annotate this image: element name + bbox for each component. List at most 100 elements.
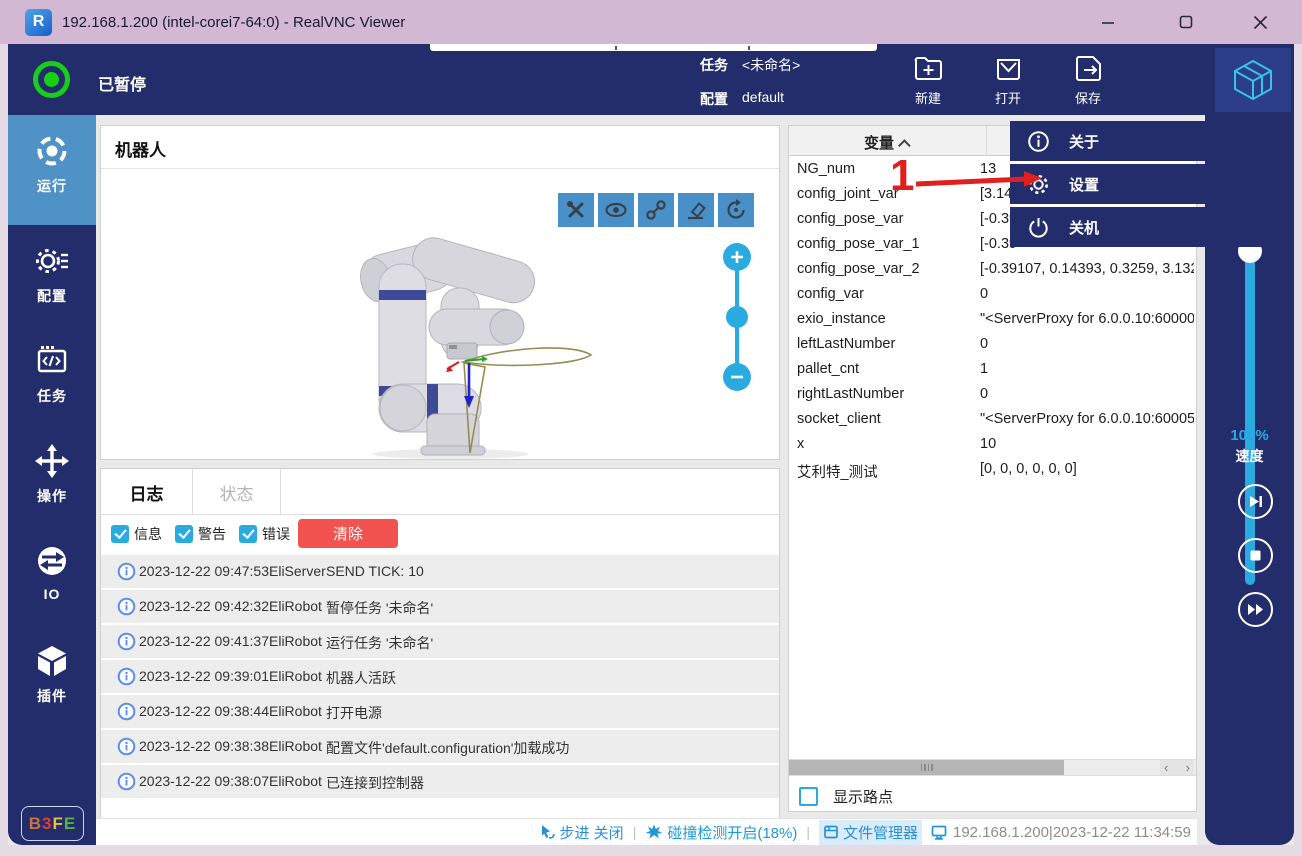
variable-row[interactable]: config_var0 [789,282,1196,307]
operate-arrows-icon [34,443,70,479]
step-run-button[interactable] [1238,484,1273,519]
scroll-right-arrow[interactable]: › [1186,760,1190,775]
sidebar-item-label: 配置 [8,286,96,306]
checkbox-checked-icon [175,525,193,543]
annotation-arrow: 1 [880,142,1050,204]
show-waypoints-checkbox[interactable]: 显示路点 [799,786,893,807]
sidebar-item-task[interactable]: 任务 [8,343,96,406]
stop-icon [1247,547,1264,564]
sidebar-item-plugin[interactable]: 插件 [8,643,96,706]
task-code-icon [34,343,70,379]
variable-name: 艾利特_测试 [797,461,878,482]
menu-item-shutdown[interactable]: 关机 [1010,207,1290,247]
variable-row[interactable]: rightLastNumber0 [789,382,1196,407]
variable-row[interactable]: x10 [789,432,1196,457]
titlebar[interactable]: R 192.168.1.200 (intel-corei7-64:0) - Re… [0,0,1302,44]
zoom-in-button[interactable] [723,243,751,271]
sidebar-item-operate[interactable]: 操作 [8,443,96,506]
network-icon [931,824,949,841]
log-source: EliRobot [269,633,322,649]
sidebar-item-io[interactable]: IO [8,543,96,602]
variable-name: config_pose_var [797,211,903,227]
scrollbar-thumb[interactable] [789,760,1064,775]
variable-name: exio_instance [797,311,886,327]
filter-warning-label: 警告 [198,524,226,544]
sidebar-item-run[interactable]: 运行 [8,115,96,225]
info-log-icon [117,597,136,616]
clear-log-button[interactable]: 清除 [298,519,398,548]
log-row: 2023-12-22 09:42:32 EliRobot 暂停任务 '未命名' [101,590,779,623]
remote-screen-edge [430,44,877,51]
zoom-in-icon [729,249,745,265]
save-task-label: 保存 [1055,88,1121,107]
scroll-left-arrow[interactable]: ‹ [1164,760,1168,775]
variable-row[interactable]: pallet_cnt1 [789,357,1196,382]
open-task-button[interactable]: 打开 [975,52,1041,107]
status-indicator [33,61,70,98]
view-visibility-button[interactable] [598,193,634,227]
variable-row[interactable]: leftLastNumber0 [789,332,1196,357]
log-filter-bar: 信息 警告 错误 清除 [101,515,779,552]
menu-item-about[interactable]: 关于 [1010,121,1290,161]
variable-value: 0 [980,336,1194,352]
view-tools-button[interactable] [558,193,594,227]
speed-slider-track[interactable] [1245,246,1255,585]
tools-icon [564,198,588,222]
view-reset-rotate-button[interactable] [718,193,754,227]
remote-screen: 已暂停 任务 <未命名> 配置 default 新建 打开 [8,44,1294,845]
rotate-icon [724,198,748,222]
stop-button[interactable] [1238,538,1273,573]
minimize-button[interactable] [1080,0,1136,44]
view-path-button[interactable] [638,193,674,227]
filter-warning-checkbox[interactable]: 警告 [175,524,226,544]
top-toolbar: 已暂停 任务 <未命名> 配置 default 新建 打开 [8,44,1294,115]
brand-cube-icon [1230,57,1276,103]
sidebar-item-config[interactable]: 配置 [8,243,96,306]
realvnc-letter: R [33,13,45,31]
zoom-out-button[interactable] [723,363,751,391]
plugin-cube-icon [34,643,70,679]
run-target-icon [34,133,70,169]
menu-item-settings[interactable]: 设置 [1010,164,1290,204]
log-panel: 日志 状态 信息 警告 错误 清除 2023-12-22 09:47:53 El… [100,468,780,820]
log-time: 2023-12-22 09:39:01 [139,668,269,684]
log-time: 2023-12-22 09:41:37 [139,633,269,649]
new-task-button[interactable]: 新建 [895,52,961,107]
filter-info-checkbox[interactable]: 信息 [111,524,162,544]
view-eraser-button[interactable] [678,193,714,227]
fast-forward-button[interactable] [1238,592,1273,627]
robot-3d-view[interactable] [251,216,611,461]
close-button[interactable] [1232,0,1288,44]
variable-row[interactable]: 艾利特_测试[0, 0, 0, 0, 0, 0] [789,457,1196,482]
file-manager-button[interactable]: 文件管理器 [819,820,922,845]
sidebar-item-label: 运行 [8,176,96,196]
horizontal-scrollbar[interactable]: ‹ › [789,759,1196,776]
tab-status[interactable]: 状态 [193,469,281,515]
speed-percent: 100% [1205,427,1294,444]
log-time: 2023-12-22 09:38:07 [139,773,269,789]
menu-item-label: 关机 [1069,217,1099,238]
filter-error-checkbox[interactable]: 错误 [239,524,290,544]
variable-name: config_var [797,286,864,302]
step-mode-toggle[interactable]: 步进 关闭 [539,822,624,843]
log-time: 2023-12-22 09:38:38 [139,738,269,754]
collision-detect-label: 碰撞检测开启(18%) [667,822,797,843]
log-source: EliRobot [269,598,322,614]
robot-view-panel: 机器人 [100,125,780,460]
variable-row[interactable]: exio_instance"<ServerProxy for 6.0.0.10:… [789,307,1196,332]
realvnc-icon: R [25,9,52,36]
variable-name: config_pose_var_1 [797,236,920,252]
save-task-button[interactable]: 保存 [1055,52,1121,107]
variable-row[interactable]: config_pose_var_2[-0.39107, 0.14393, 0.3… [789,257,1196,282]
info-log-icon [117,737,136,756]
log-message: 配置文件'default.configuration'加载成功 [326,738,569,758]
log-source: EliRobot [269,738,322,754]
collision-detect-toggle[interactable]: 碰撞检测开启(18%) [645,822,797,843]
checkbox-checked-icon [111,525,129,543]
zoom-slider-handle[interactable] [726,306,748,328]
variable-row[interactable]: socket_client"<ServerProxy for 6.0.0.10:… [789,407,1196,432]
log-message: 运行任务 '未命名' [326,633,433,653]
maximize-button[interactable] [1158,0,1214,44]
tab-log[interactable]: 日志 [101,469,193,515]
brand-logo[interactable] [1215,48,1291,112]
